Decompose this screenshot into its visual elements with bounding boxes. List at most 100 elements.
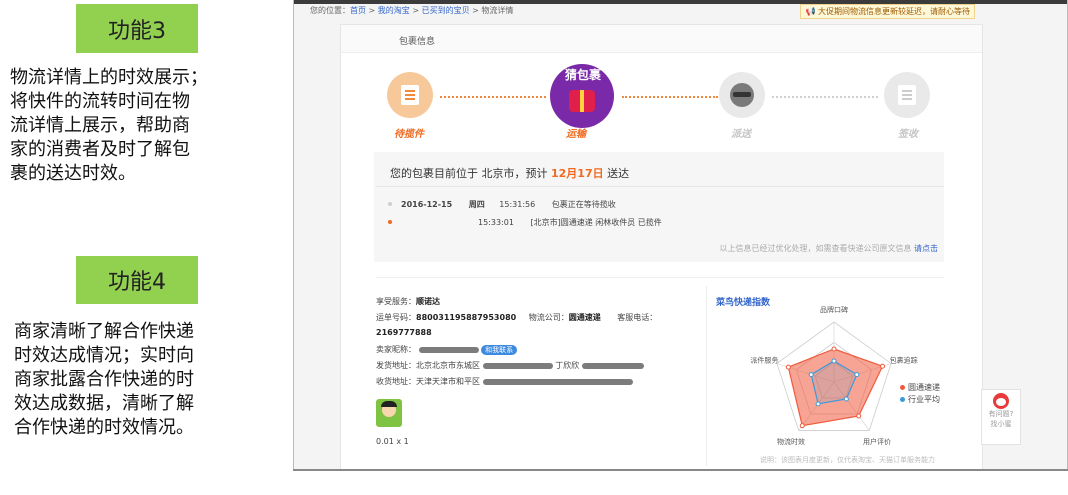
- breadcrumb-separator: >: [469, 6, 482, 15]
- feature3-line: 将快件的流转时间在物: [10, 91, 190, 112]
- feature4-line: 合作快递的时效情况。: [14, 417, 194, 438]
- recv-value: 天津天津市和平区: [416, 377, 480, 386]
- ship-value: 北京北京市东城区: [416, 361, 480, 370]
- assistant-icon: [993, 393, 1009, 409]
- recv-label: 收货地址：: [376, 377, 416, 386]
- radar-point: [785, 364, 791, 370]
- waybill-label: 运单号码：: [376, 313, 416, 322]
- radar-axis-label: 包裹追踪: [890, 355, 918, 364]
- tracking-time: 15:31:56: [499, 200, 536, 209]
- feature4-line: 商家批露合作快递的时: [14, 369, 194, 390]
- feature3-line: 物流详情上的时效展示；: [10, 67, 208, 88]
- step-connector: [622, 96, 718, 98]
- breadcrumb: 您的位置：首页 > 我的淘宝 > 已买到的宝贝 > 物流详情: [310, 5, 513, 16]
- legend-label: 行业平均: [908, 395, 940, 404]
- step-connector: [440, 96, 546, 98]
- slide: 功能3 物流详情上的时效展示； 将快件的流转时间在物 流详情上展示，帮助商 家的…: [0, 0, 1068, 495]
- breadcrumb-prefix: 您的位置：: [310, 6, 350, 15]
- radar-point: [815, 401, 821, 407]
- radar-axis-label: 品牌口碑: [820, 305, 848, 314]
- tracking-weekday: 周四: [468, 200, 485, 209]
- feature4-line: 时效达成情况；实时向: [14, 345, 194, 366]
- legend-swatch: [900, 397, 905, 402]
- product-thumbnail[interactable]: [376, 399, 402, 427]
- seller-row: 卖家昵称： 和我联系: [376, 344, 518, 355]
- divider: [376, 277, 944, 278]
- breadcrumb-home-link[interactable]: 首页: [350, 6, 366, 15]
- ship-contact: 丁欣欣: [555, 361, 580, 370]
- legend-label: 圆通速递: [908, 383, 940, 392]
- tracking-date: 2016-12-15: [401, 200, 453, 209]
- legend-item: 行业平均: [900, 394, 940, 405]
- radar-series: [785, 346, 886, 429]
- eta-prefix: 您的包裹目前位于 北京市，预计: [390, 167, 551, 180]
- eta-suffix: 送达: [603, 167, 630, 180]
- redacted-seller: [418, 346, 479, 353]
- divider: [376, 186, 944, 187]
- guess-package-title: 猜包裹: [564, 68, 601, 82]
- step-delivery-circle: [719, 72, 765, 118]
- phone-row: 2169777888: [376, 328, 432, 337]
- feature3-badge-label: 功能3: [108, 18, 166, 44]
- breadcrumb-current: 物流详情: [481, 6, 514, 15]
- service-label: 享受服务：: [376, 297, 416, 306]
- breadcrumb-bought-link[interactable]: 已买到的宝贝: [422, 6, 470, 15]
- radar-point: [854, 372, 860, 378]
- tracking-row: 15:33:01 [北京市]圆通速递 闲林收件员 已揽件: [478, 217, 662, 228]
- tracking-time: 15:33:01: [478, 218, 514, 227]
- step-signed-label: 签收: [898, 129, 918, 140]
- eta-date: 12月17日: [551, 167, 604, 180]
- original-info-link[interactable]: 请点击: [914, 244, 938, 253]
- tracking-note: 以上信息已经过优化处理，如需查看快递公司原文信息 请点击: [719, 243, 938, 254]
- feature4-badge-label: 功能4: [108, 270, 166, 295]
- gift-package-icon: [569, 90, 595, 112]
- feature4-line: 商家清晰了解合作快递: [14, 321, 194, 342]
- step-pickup-label: 待揽件: [394, 129, 424, 140]
- tracking-note-text: 以上信息已经过优化处理，如需查看快递公司原文信息: [719, 244, 912, 253]
- radar-point: [799, 423, 805, 429]
- radar-point: [880, 363, 886, 369]
- help-widget[interactable]: 有问题? 找小蜜: [981, 389, 1021, 445]
- radar-axis-label: 派件服务: [750, 355, 778, 364]
- product-quantity: 0.01 x 1: [376, 437, 409, 446]
- feature3-line: 家的消费者及时了解包: [10, 139, 190, 160]
- eta-line: 您的包裹目前位于 北京市，预计 12月17日 送达: [390, 165, 629, 181]
- tracking-event: [北京市]圆通速递 闲林收件员 已揽件: [530, 218, 662, 227]
- recv-row: 收货地址：天津天津市和平区: [376, 376, 633, 387]
- courier-icon: [730, 83, 754, 107]
- radar-point: [808, 372, 814, 378]
- feature4-line: 效达成数据，清晰了解: [14, 393, 194, 414]
- tracking-bullet-current: [388, 220, 392, 224]
- tracking-event: 包裹正在等待揽收: [551, 200, 616, 209]
- feature4-description: 商家清晰了解合作快递 时效达成情况；实时向 商家批露合作快递的时 效达成数据，清…: [14, 320, 262, 440]
- service-row: 享受服务：顺诺达: [376, 296, 440, 307]
- redacted-phone: [581, 362, 644, 369]
- ship-row: 发货地址：北京北京市东城区 丁欣欣: [376, 360, 644, 371]
- radar-axis-label: 物流时效: [777, 437, 805, 446]
- megaphone-icon: 📢: [805, 7, 816, 16]
- breadcrumb-mytaobao-link[interactable]: 我的淘宝: [378, 6, 410, 15]
- phone-value: 2169777888: [376, 328, 432, 337]
- contact-seller-button[interactable]: 和我联系: [481, 344, 518, 355]
- feature3-line: 流详情上展示，帮助商: [10, 115, 190, 136]
- breadcrumb-separator: >: [366, 6, 378, 15]
- redacted-recipient: [482, 378, 633, 385]
- waybill-row: 运单号码：880031195887953080 物流公司：圆通速递 客服电话：: [376, 312, 657, 323]
- delay-notice: 📢 大促期间物流信息更新较延迟，请耐心等待: [800, 4, 975, 19]
- company-label: 物流公司：: [528, 313, 569, 322]
- delay-notice-text: 大促期间物流信息更新较延迟，请耐心等待: [818, 7, 970, 16]
- package-panel-title: 包裹信息: [399, 37, 436, 47]
- tracking-row: 2016-12-15 周四 15:31:56 包裹正在等待揽收: [401, 199, 616, 210]
- redacted-address: [482, 362, 553, 369]
- radar-point: [831, 358, 837, 364]
- radar-footnote: 说明：该图表月度更新，仅代表淘宝、天猫订单服务能力: [760, 456, 935, 464]
- company-value: 圆通速递: [568, 313, 601, 322]
- legend-swatch: [900, 385, 905, 390]
- package-panel-header: 包裹信息: [341, 25, 982, 53]
- help-line2: 找小蜜: [990, 420, 1012, 428]
- feature3-badge: 功能3: [76, 4, 198, 53]
- ship-label: 发货地址：: [376, 361, 416, 370]
- breadcrumb-separator: >: [409, 6, 422, 15]
- clipboard-icon: [401, 85, 419, 105]
- feature3-description: 物流详情上的时效展示； 将快件的流转时间在物 流详情上展示，帮助商 家的消费者及…: [10, 66, 268, 186]
